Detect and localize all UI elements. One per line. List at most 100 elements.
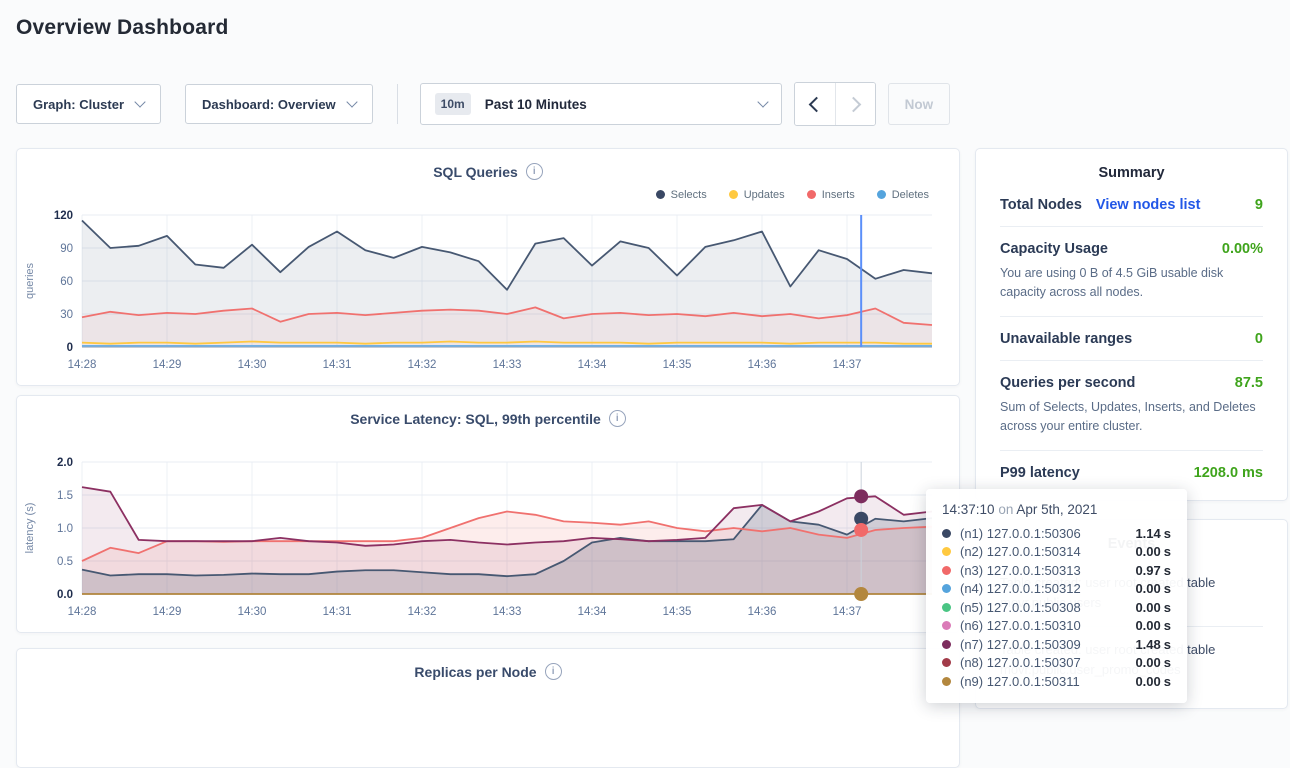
summary-rows: Total NodesView nodes list9Capacity Usag… [1000,183,1263,494]
summary-value: 0.00% [1222,241,1263,257]
tooltip-row: (n8) 127.0.0.1:503070.00s [942,654,1171,673]
tooltip-value: 0.00 [1135,618,1160,633]
x-axis-tick: 14:31 [323,359,352,371]
x-axis-tick: 14:34 [578,606,607,618]
tooltip-row: (n5) 127.0.0.1:503080.00s [942,598,1171,617]
graph-dropdown[interactable]: Graph: Cluster [16,84,161,124]
x-axis-tick: 14:30 [238,606,267,618]
series-color-dot [942,621,951,630]
tooltip-row: (n1) 127.0.0.1:503061.14s [942,524,1171,543]
time-range-dropdown[interactable]: 10m Past 10 Minutes [420,83,782,125]
tooltip-node-label: (n4) 127.0.0.1:50312 [960,581,1131,596]
graph-dropdown-label: Graph: Cluster [33,97,124,112]
tooltip-row: (n4) 127.0.0.1:503120.00s [942,580,1171,599]
tooltip-unit: s [1164,581,1171,596]
x-axis-tick: 14:34 [578,359,607,371]
toolbar-divider [397,84,398,124]
y-axis-tick: 0.5 [57,556,73,568]
x-axis-tick: 14:33 [493,606,522,618]
info-icon[interactable]: i [526,163,543,180]
x-axis-tick: 14:30 [238,359,267,371]
info-icon[interactable]: i [545,663,562,680]
tooltip-unit: s [1164,674,1171,689]
y-axis-tick: 0 [67,342,73,354]
y-axis-tick: 1.0 [57,523,73,535]
tooltip-time: 14:37:10 [942,502,995,517]
latency-chart[interactable]: 14:2814:2914:3014:3114:3214:3314:3414:35… [18,456,958,624]
crosshair-dot [854,587,868,601]
summary-row-capacity-usage: Capacity Usage 0.00% You are using 0 B of … [1000,227,1263,317]
dashboard-dropdown[interactable]: Dashboard: Overview [185,84,373,124]
y-axis-tick: 120 [54,210,73,222]
tooltip-node-label: (n7) 127.0.0.1:50309 [960,637,1131,652]
info-icon[interactable]: i [609,410,626,427]
x-axis-tick: 14:29 [153,606,182,618]
tooltip-row: (n6) 127.0.0.1:503100.00s [942,617,1171,636]
series-color-dot [942,658,951,667]
x-axis-tick: 14:37 [833,606,862,618]
tooltip-value: 1.48 [1135,637,1160,652]
legend-item-selects: Selects [656,189,707,201]
y-axis-tick: 1.5 [57,490,73,502]
tooltip-unit: s [1164,526,1171,541]
x-axis-tick: 14:28 [68,359,97,371]
now-button[interactable]: Now [888,83,951,125]
legend-item-inserts: Inserts [807,189,855,201]
time-range-badge: 10m [435,93,471,115]
summary-label: P99 latency [1000,465,1080,481]
tooltip-unit: s [1164,600,1171,615]
tooltip-node-label: (n3) 127.0.0.1:50313 [960,563,1131,578]
summary-value: 9 [1255,197,1263,213]
tooltip-node-label: (n1) 127.0.0.1:50306 [960,526,1131,541]
latency-panel: Service Latency: SQL, 99th percentile i 1… [16,395,960,633]
legend-dot [656,190,665,199]
view-nodes-list-link[interactable]: View nodes list [1096,197,1201,213]
chart-header: Replicas per Node i [17,649,959,685]
tooltip-unit: s [1164,637,1171,652]
chart-legend [17,436,929,454]
tooltip-node-label: (n2) 127.0.0.1:50314 [960,544,1131,559]
tooltip-value: 0.00 [1135,655,1160,670]
tooltip-unit: s [1164,618,1171,633]
chevron-down-icon [757,96,768,107]
summary-value: 0 [1255,331,1263,347]
chart-title: Replicas per Node [414,664,536,680]
tooltip-timestamp: 14:37:10 on Apr 5th, 2021 [942,502,1171,517]
chart-title: Service Latency: SQL, 99th percentile [350,411,601,427]
chart-legend: Selects Updates Inserts Deletes [17,189,929,207]
legend-label: Selects [671,189,707,201]
x-axis-tick: 14:36 [748,359,777,371]
y-axis-tick: 90 [60,243,73,255]
chevron-down-icon [134,96,145,107]
sql-queries-chart[interactable]: 14:2814:2914:3014:3114:3214:3314:3414:35… [18,209,958,377]
legend-dot [807,190,816,199]
legend-dot [729,190,738,199]
legend-item-updates: Updates [729,189,785,201]
summary-label: Capacity Usage [1000,241,1108,257]
summary-row-p99-latency: P99 latency1208.0 ms [1000,451,1263,494]
x-axis-tick: 14:37 [833,359,862,371]
prev-range-button[interactable] [795,83,835,125]
summary-description: You are using 0 B of 4.5 GiB usable disk… [1000,264,1263,303]
summary-row-unavailable-ranges: Unavailable ranges0 [1000,317,1263,361]
tooltip-unit: s [1164,563,1171,578]
next-range-button[interactable] [835,83,875,125]
replicas-panel: Replicas per Node i [16,648,960,768]
chart-hover-tooltip: 14:37:10 on Apr 5th, 2021 (n1) 127.0.0.1… [926,489,1187,703]
tooltip-on-word: on [998,502,1013,517]
legend-item-deletes: Deletes [877,189,929,201]
toolbar: Graph: Cluster Dashboard: Overview 10m P… [16,82,950,126]
sql-queries-panel: SQL Queriesi SelectsUpdatesInsertsDelete… [16,148,960,386]
tooltip-value: 0.00 [1135,674,1160,689]
y-axis-tick: 30 [60,309,73,321]
tooltip-value: 0.00 [1135,600,1160,615]
x-axis-tick: 14:31 [323,606,352,618]
x-axis-tick: 14:29 [153,359,182,371]
legend-label: Inserts [822,189,855,201]
overview-dashboard-page: Overview Dashboard Graph: Cluster Dashbo… [0,16,1290,40]
y-axis-tick: 60 [60,276,73,288]
x-axis-tick: 14:35 [663,606,692,618]
summary-description: Sum of Selects, Updates, Inserts, and De… [1000,398,1263,437]
time-range-label: Past 10 Minutes [485,97,747,112]
tooltip-value: 0.97 [1135,563,1160,578]
